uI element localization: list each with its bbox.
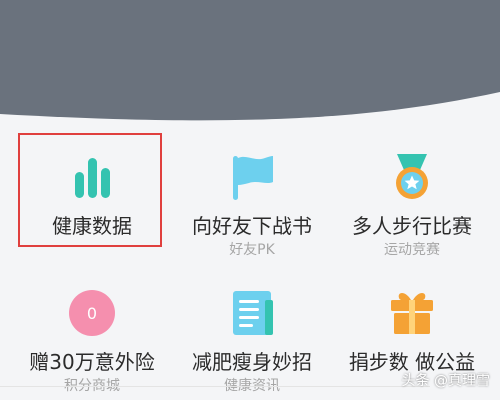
- flag-icon: [227, 152, 277, 202]
- menu-item-title: 多人步行比赛: [352, 214, 472, 238]
- menu-item-title: 健康数据: [52, 214, 132, 238]
- gift-icon: [387, 288, 437, 338]
- menu-item-subtitle: 健康资讯: [224, 378, 280, 394]
- app-screen: 健康数据 向好友下战书 好友PK 多人步行比赛 运动竞赛 0 赠30万意外险 积…: [0, 0, 500, 400]
- menu-item-donate-steps[interactable]: 捐步数 做公益: [332, 254, 492, 384]
- menu-item-challenge-friend[interactable]: 向好友下战书 好友PK: [172, 118, 332, 258]
- menu-item-title: 减肥瘦身妙招: [192, 350, 312, 374]
- medal-icon: [387, 152, 437, 202]
- menu-item-health-data[interactable]: 健康数据: [12, 118, 172, 248]
- menu-item-subtitle: 积分商城: [64, 378, 120, 394]
- coin-icon-label: 0: [87, 304, 97, 323]
- menu-item-weight-loss-tips[interactable]: 减肥瘦身妙招 健康资讯: [172, 254, 332, 394]
- bottom-divider: [0, 386, 430, 387]
- menu-item-accident-insurance[interactable]: 0 赠30万意外险 积分商城: [12, 254, 172, 394]
- coin-icon: 0: [67, 288, 117, 338]
- watermark-text: 头条 @真理雪: [401, 373, 490, 389]
- bar-chart-icon: [67, 152, 117, 202]
- menu-item-walking-contest[interactable]: 多人步行比赛 运动竞赛: [332, 118, 492, 258]
- feature-menu-grid: 健康数据 向好友下战书 好友PK 多人步行比赛 运动竞赛 0 赠30万意外险 积…: [0, 118, 500, 400]
- menu-item-title: 向好友下战书: [192, 214, 312, 238]
- menu-item-title: 赠30万意外险: [29, 350, 155, 374]
- document-icon: [227, 288, 277, 338]
